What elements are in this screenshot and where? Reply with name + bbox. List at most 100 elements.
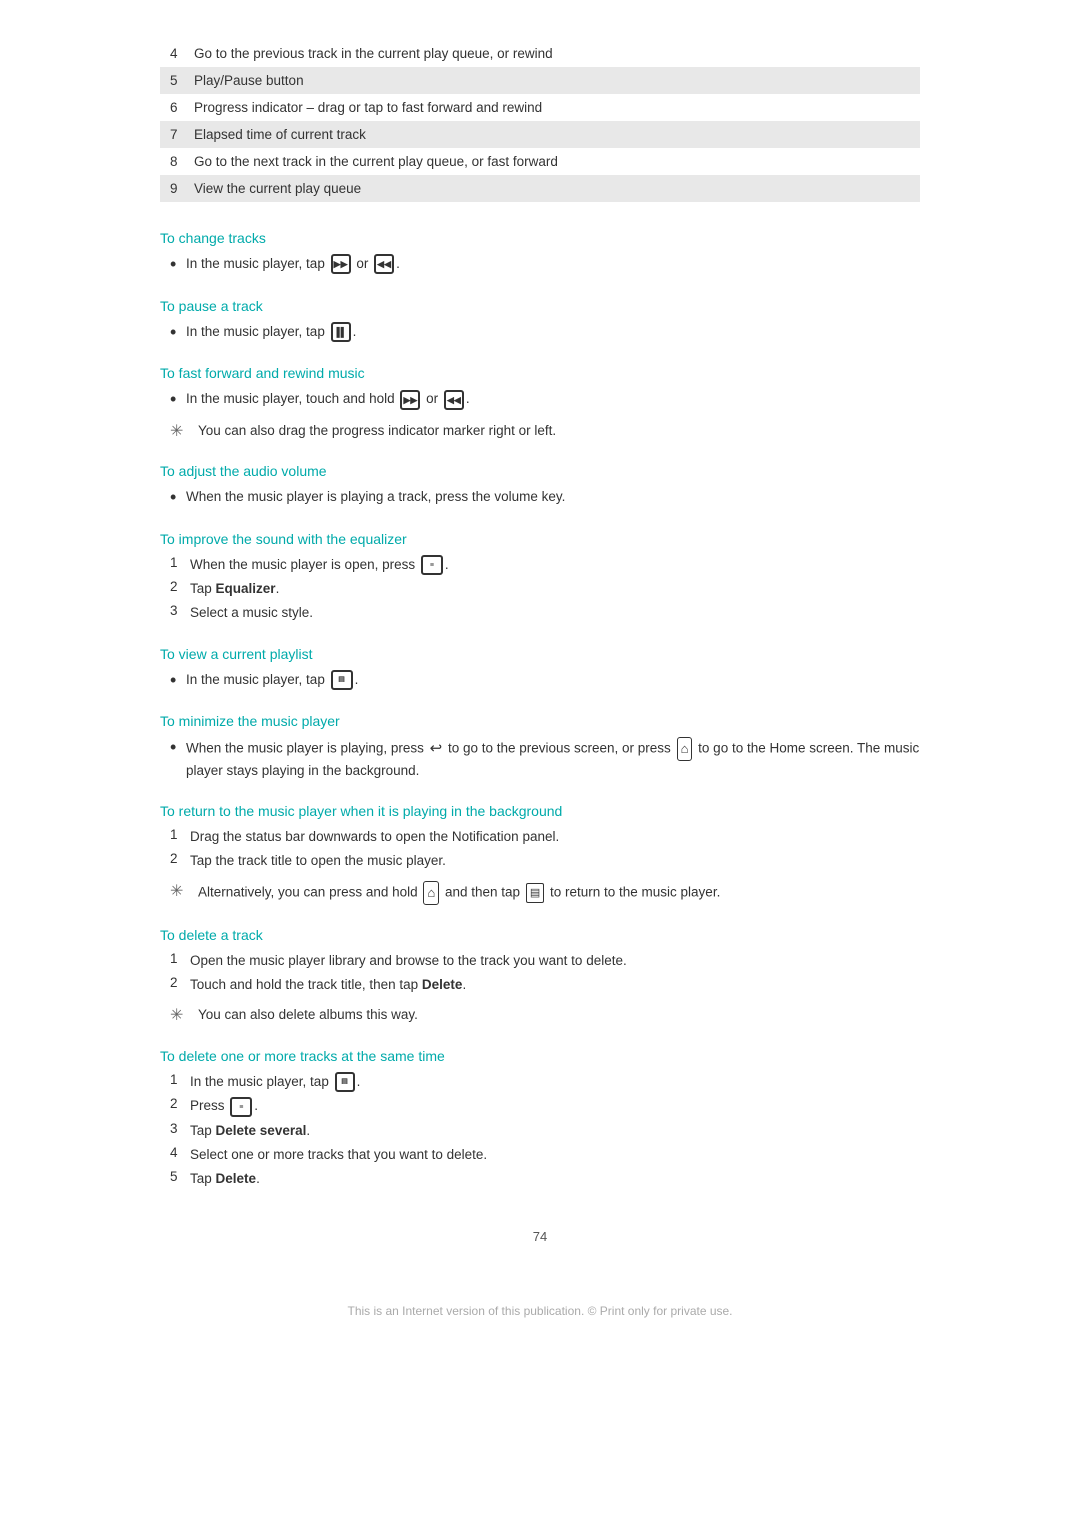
home-icon: ⌂	[423, 881, 439, 905]
item-number: 5	[170, 1169, 190, 1184]
numbered-item: 3Select a music style.	[160, 603, 920, 623]
tip-icon: ✳	[170, 421, 198, 441]
item-number: 2	[170, 851, 190, 866]
numbered-item: 2Press ≡.	[160, 1096, 920, 1116]
item-number: 2	[170, 1096, 190, 1111]
next-track-icon: ▶▶	[331, 254, 351, 274]
bullet-item: •In the music player, tap ▶▶ or ◀◀.	[160, 254, 920, 276]
numbered-item: 1When the music player is open, press ≡.	[160, 555, 920, 575]
numbered-item: 2Tap the track title to open the music p…	[160, 851, 920, 871]
bullet-dot: •	[170, 322, 186, 344]
section-heading: To minimize the music player	[160, 713, 920, 729]
row-number: 6	[170, 100, 194, 115]
section-heading: To change tracks	[160, 230, 920, 246]
item-text: Tap Equalizer.	[190, 579, 279, 599]
multi-icon: ▤	[335, 1072, 355, 1092]
bullet-item: •When the music player is playing, press…	[160, 737, 920, 781]
table-row: 8Go to the next track in the current pla…	[160, 148, 920, 175]
row-text: Go to the next track in the current play…	[194, 154, 558, 169]
row-text: Progress indicator – drag or tap to fast…	[194, 100, 542, 115]
bullet-dot: •	[170, 487, 186, 509]
home-icon: ⌂	[677, 737, 693, 761]
numbered-item: 1In the music player, tap ▤.	[160, 1072, 920, 1092]
row-number: 8	[170, 154, 194, 169]
item-text: Touch and hold the track title, then tap…	[190, 975, 466, 995]
tip-text: You can also drag the progress indicator…	[198, 421, 556, 441]
numbered-item: 5Tap Delete.	[160, 1169, 920, 1189]
bullet-text: When the music player is playing a track…	[186, 487, 565, 507]
bullet-item: •In the music player, tap ▐▌.	[160, 322, 920, 344]
numbered-item: 1Open the music player library and brows…	[160, 951, 920, 971]
menu-icon: ≡	[230, 1097, 252, 1117]
row-text: Go to the previous track in the current …	[194, 46, 553, 61]
item-text: Tap Delete.	[190, 1169, 260, 1189]
next-track-icon: ▶▶	[400, 390, 420, 410]
prev-track-icon: ◀◀	[374, 254, 394, 274]
bullet-dot: •	[170, 389, 186, 411]
bullet-dot: •	[170, 254, 186, 276]
tip-text: You can also delete albums this way.	[198, 1005, 418, 1025]
item-number: 1	[170, 827, 190, 842]
bullet-item: •When the music player is playing a trac…	[160, 487, 920, 509]
item-text: Select one or more tracks that you want …	[190, 1145, 487, 1165]
item-number: 1	[170, 1072, 190, 1087]
content: To change tracks•In the music player, ta…	[160, 230, 920, 1189]
item-text: When the music player is open, press ≡.	[190, 555, 449, 575]
table-row: 4Go to the previous track in the current…	[160, 40, 920, 67]
row-number: 7	[170, 127, 194, 142]
pause-icon: ▐▌	[331, 322, 351, 342]
row-text: View the current play queue	[194, 181, 361, 196]
item-number: 1	[170, 555, 190, 570]
bullet-text: When the music player is playing, press …	[186, 737, 920, 781]
page-number: 74	[160, 1229, 920, 1244]
item-number: 2	[170, 975, 190, 990]
bullet-dot: •	[170, 737, 186, 759]
item-text: In the music player, tap ▤.	[190, 1072, 360, 1092]
item-number: 3	[170, 603, 190, 618]
page-footer: This is an Internet version of this publ…	[160, 1304, 920, 1318]
item-number: 2	[170, 579, 190, 594]
section-heading: To view a current playlist	[160, 646, 920, 662]
item-text: Open the music player library and browse…	[190, 951, 627, 971]
section-heading: To delete one or more tracks at the same…	[160, 1048, 920, 1064]
bullet-text: In the music player, tap ▶▶ or ◀◀.	[186, 254, 400, 274]
table-row: 9View the current play queue	[160, 175, 920, 202]
table-row: 6Progress indicator – drag or tap to fas…	[160, 94, 920, 121]
item-number: 1	[170, 951, 190, 966]
bullet-text: In the music player, touch and hold ▶▶ o…	[186, 389, 470, 409]
row-text: Elapsed time of current track	[194, 127, 366, 142]
item-text: Tap the track title to open the music pl…	[190, 851, 446, 871]
numbered-item: 1Drag the status bar downwards to open t…	[160, 827, 920, 847]
section-heading: To adjust the audio volume	[160, 463, 920, 479]
menu-icon: ≡	[421, 555, 443, 575]
row-text: Play/Pause button	[194, 73, 304, 88]
tip-text: Alternatively, you can press and hold ⌂ …	[198, 881, 720, 905]
bullet-item: •In the music player, touch and hold ▶▶ …	[160, 389, 920, 411]
item-text: Tap Delete several.	[190, 1121, 310, 1141]
back-icon: ↩	[430, 738, 443, 761]
bullet-text: In the music player, tap ▐▌.	[186, 322, 356, 342]
item-text: Select a music style.	[190, 603, 313, 623]
row-number: 4	[170, 46, 194, 61]
table-row: 5Play/Pause button	[160, 67, 920, 94]
item-text: Drag the status bar downwards to open th…	[190, 827, 559, 847]
tip-icon: ✳	[170, 881, 198, 901]
tip-row: ✳You can also delete albums this way.	[160, 1005, 920, 1025]
bullet-text: In the music player, tap ▤.	[186, 670, 358, 690]
bullet-item: •In the music player, tap ▤.	[160, 670, 920, 692]
numbered-item: 4Select one or more tracks that you want…	[160, 1145, 920, 1165]
tip-row: ✳Alternatively, you can press and hold ⌂…	[160, 881, 920, 905]
numbered-item: 2Touch and hold the track title, then ta…	[160, 975, 920, 995]
item-number: 3	[170, 1121, 190, 1136]
bullet-dot: •	[170, 670, 186, 692]
section-heading: To fast forward and rewind music	[160, 365, 920, 381]
recent-icon: ▤	[526, 883, 544, 904]
tip-row: ✳You can also drag the progress indicato…	[160, 421, 920, 441]
row-number: 5	[170, 73, 194, 88]
numbered-item: 3Tap Delete several.	[160, 1121, 920, 1141]
numbered-item: 2Tap Equalizer.	[160, 579, 920, 599]
section-heading: To return to the music player when it is…	[160, 803, 920, 819]
section-heading: To improve the sound with the equalizer	[160, 531, 920, 547]
section-heading: To pause a track	[160, 298, 920, 314]
table-section: 4Go to the previous track in the current…	[160, 40, 920, 202]
